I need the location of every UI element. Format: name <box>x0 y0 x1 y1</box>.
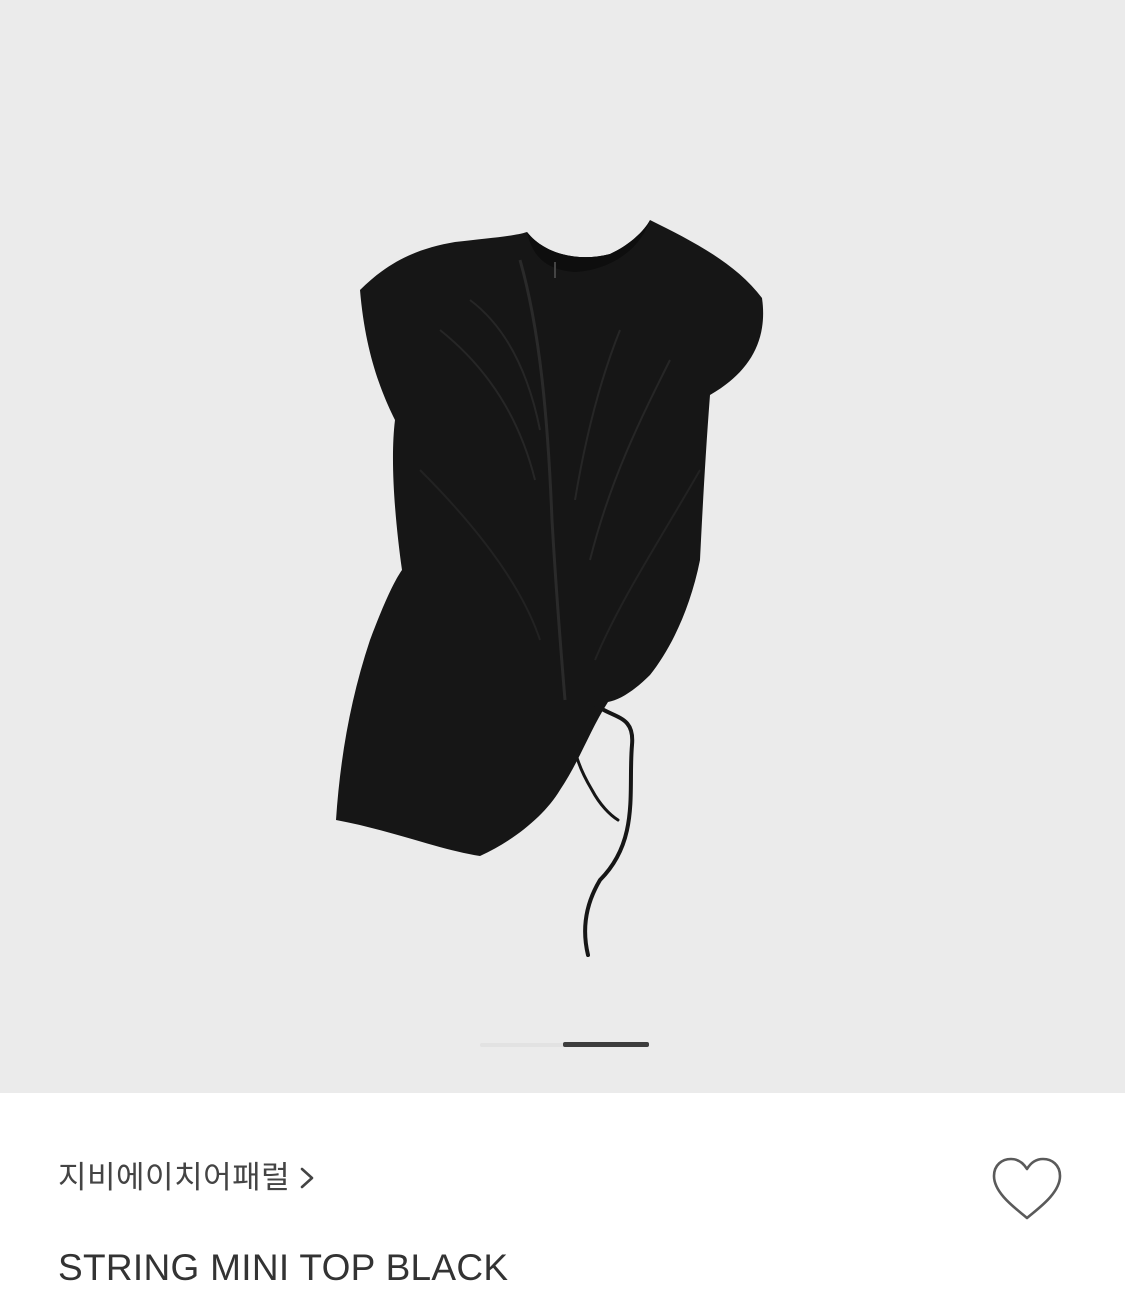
product-info-section: 지비에이치어패럴 STRING MINI TOP BLACK <box>0 1093 1125 1309</box>
product-title: STRING MINI TOP BLACK <box>58 1247 509 1288</box>
product-photo <box>336 220 764 957</box>
brand-link[interactable]: 지비에이치어패럴 <box>58 1158 318 1198</box>
product-detail-page: 지비에이치어패럴 STRING MINI TOP BLACK <box>0 0 1125 1309</box>
chevron-right-icon <box>300 1167 314 1189</box>
brand-name: 지비에이치어패럴 <box>58 1160 291 1196</box>
product-image-gallery[interactable] <box>0 0 1125 1093</box>
garment-body <box>336 220 764 856</box>
drawstring <box>583 698 635 957</box>
carousel-indicator-active[interactable] <box>563 1042 649 1047</box>
heart-outline-icon[interactable] <box>988 1154 1066 1224</box>
